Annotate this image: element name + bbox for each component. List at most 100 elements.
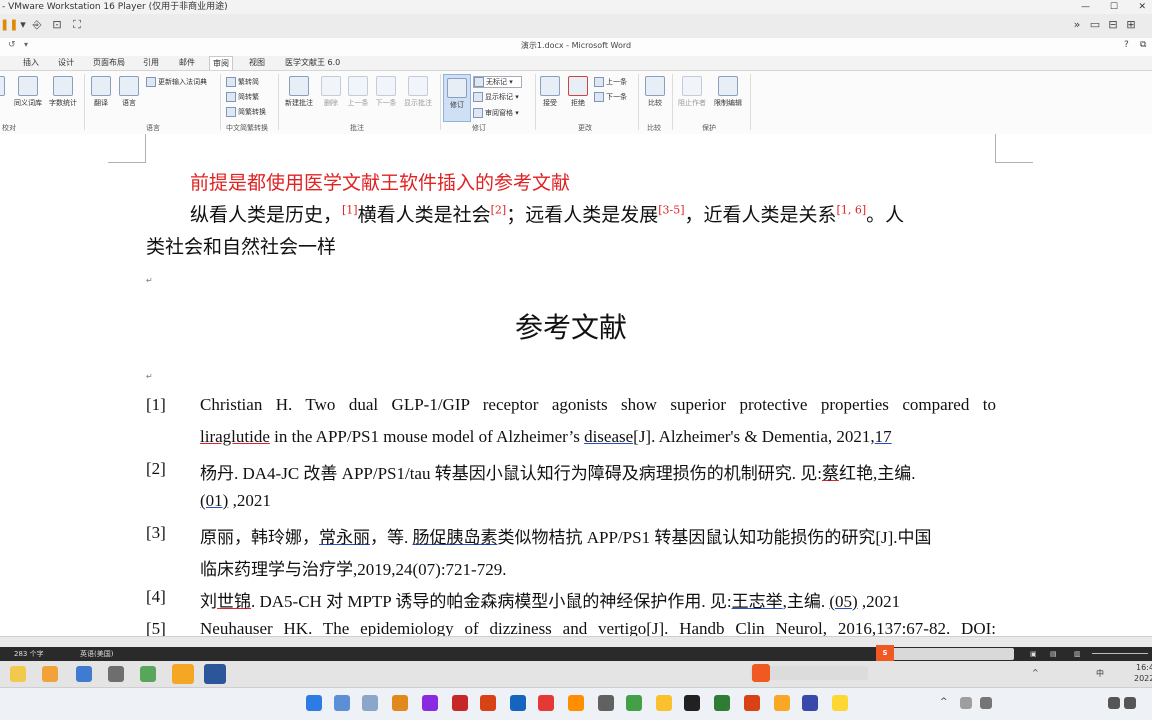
reference-3-line-2[interactable]: 临床药理学与治疗学,2019,24(07):721-729. — [200, 555, 996, 580]
notepad-icon[interactable] — [108, 666, 124, 682]
show-markup-button[interactable]: 显示标记 ▾ — [473, 92, 519, 102]
qq-icon[interactable] — [684, 695, 700, 711]
trad-to-simp-button[interactable]: 繁转简 — [226, 77, 259, 87]
usb-icon[interactable]: ⊞ — [1124, 18, 1138, 32]
reject-button[interactable]: 拒绝 — [566, 76, 590, 108]
web-layout-icon[interactable]: ▥ — [1074, 647, 1081, 661]
ime-indicator[interactable]: 中 — [1096, 668, 1104, 679]
word-taskbar-icon[interactable] — [204, 664, 226, 684]
app-icon[interactable] — [452, 695, 468, 711]
dropdown-icon[interactable]: ▾ — [16, 18, 30, 32]
new-comment-button[interactable]: 新建批注 — [282, 76, 316, 108]
app-icon[interactable] — [538, 695, 554, 711]
reference-1-line-1[interactable]: Christian H. Two dual GLP-1/GIP receptor… — [200, 395, 996, 415]
spelling-button[interactable] — [0, 76, 6, 98]
reference-5-line-1[interactable]: Neuhauser HK. The epidemiology of dizzin… — [200, 619, 996, 636]
app-icon[interactable] — [480, 695, 496, 711]
sogou-ime-icon[interactable]: S — [876, 645, 894, 661]
reading-layout-icon[interactable]: ▤ — [1050, 647, 1057, 661]
accept-button[interactable]: 接受 — [538, 76, 562, 108]
wechat-icon[interactable] — [714, 695, 730, 711]
disk-icon[interactable]: ⊟ — [1106, 18, 1120, 32]
fullscreen-icon[interactable]: ⛶ — [70, 18, 84, 32]
app-icon[interactable] — [334, 695, 350, 711]
body-paragraph-line-2[interactable]: 类社会和自然社会一样 — [146, 232, 996, 259]
app-icon[interactable] — [140, 666, 156, 682]
close-icon[interactable]: ✕ — [1138, 0, 1146, 14]
app-icon[interactable] — [744, 695, 760, 711]
wifi-icon[interactable] — [1108, 697, 1120, 709]
tab-review[interactable]: 审阅 — [209, 56, 233, 71]
citation-1-6[interactable]: [1, 6] — [837, 204, 867, 217]
folder-icon[interactable] — [10, 666, 26, 682]
block-authors-button[interactable]: 阻止作者 — [674, 76, 710, 108]
tray-chevron-icon[interactable]: ^ — [1032, 668, 1039, 677]
citation-1[interactable]: [1] — [342, 204, 358, 217]
tab-medical-literature-king[interactable]: 医学文献王 6.0 — [282, 56, 343, 70]
reference-1-line-2[interactable]: liraglutide in the APP/PS1 mouse model o… — [200, 427, 996, 447]
chrome-icon[interactable] — [626, 695, 642, 711]
tab-insert[interactable]: 插入 — [20, 56, 42, 70]
word-count-button[interactable]: 字数统计 — [46, 76, 80, 108]
body-paragraph-line-1[interactable]: 纵看人类是历史，[1]横看人类是社会[2]；远看人类是发展[3-5]，近看人类是… — [190, 200, 1040, 227]
sogou-icon[interactable] — [752, 664, 770, 682]
devices-icon[interactable]: ▭ — [1088, 18, 1102, 32]
app-icon[interactable] — [172, 664, 194, 684]
ime-toolbar[interactable] — [876, 648, 1014, 660]
app-icon[interactable] — [422, 695, 438, 711]
delete-comment-button[interactable]: 删除 — [318, 76, 344, 108]
previous-change-button[interactable]: 上一条 — [594, 77, 627, 87]
reference-3-line-1[interactable]: 原丽，韩玲娜，常永丽，等. 肠促胰岛素类似物桔抗 APP/PS1 转基因鼠认知功… — [200, 523, 996, 548]
compare-button[interactable]: 比较 — [642, 76, 668, 108]
app-icon[interactable] — [832, 695, 848, 711]
windows-start-icon[interactable] — [306, 695, 322, 711]
minimize-icon[interactable]: — — [1081, 0, 1090, 14]
review-pane-button[interactable]: 审阅窗格 ▾ — [473, 108, 519, 118]
print-layout-icon[interactable]: ▣ — [1030, 647, 1037, 661]
next-comment-button[interactable]: 下一条 — [372, 76, 400, 108]
browser-icon[interactable] — [42, 666, 58, 682]
forward-icon[interactable]: » — [1070, 18, 1084, 32]
app-icon[interactable] — [362, 695, 378, 711]
tray-app-icon[interactable] — [960, 697, 972, 709]
simp-to-trad-button[interactable]: 简转繁 — [226, 92, 259, 102]
thesaurus-button[interactable]: 同义词库 — [10, 76, 46, 108]
restrict-editing-button[interactable]: 限制编辑 — [710, 76, 746, 108]
search-icon[interactable] — [392, 695, 408, 711]
tray-app-icon[interactable] — [980, 697, 992, 709]
folder-icon[interactable] — [656, 695, 672, 711]
reference-4-line-1[interactable]: 刘世锦. DA5-CH 对 MPTP 诱导的帕金森病模型小鼠的神经保护作用. 见… — [200, 587, 996, 612]
reference-2-line-1[interactable]: 杨丹. DA4-JC 改善 APP/PS1/tau 转基因小鼠认知行为障碍及病理… — [200, 459, 996, 484]
references-heading[interactable]: 参考文献 — [146, 306, 996, 346]
previous-comment-button[interactable]: 上一条 — [344, 76, 372, 108]
tab-page-layout[interactable]: 页面布局 — [90, 56, 128, 70]
markup-display-select[interactable]: 无标记 ▾ — [473, 76, 522, 88]
reference-2-line-2[interactable]: (01) ,2021 — [200, 491, 996, 511]
update-ime-dictionary-button[interactable]: 更新输入法词典 — [146, 77, 207, 87]
language-button[interactable]: 语言 — [116, 76, 142, 108]
tab-mailings[interactable]: 邮件 — [176, 56, 198, 70]
pause-icon[interactable]: ❚❚ — [0, 18, 18, 32]
zoom-slider[interactable] — [1092, 653, 1148, 654]
word-count-status[interactable]: 283 个字 — [14, 647, 44, 661]
tray-chevron-icon[interactable]: ^ — [940, 697, 948, 707]
app-icon[interactable] — [76, 666, 92, 682]
volume-icon[interactable] — [1124, 697, 1136, 709]
send-ctrl-alt-del-icon[interactable]: ⎆ — [30, 18, 44, 32]
tab-view[interactable]: 视图 — [246, 56, 268, 70]
citation-3-5[interactable]: [3-5] — [658, 204, 684, 217]
language-status[interactable]: 英语(美国) — [80, 647, 113, 661]
premise-line[interactable]: 前提是都使用医学文献王软件插入的参考文献 — [190, 168, 1040, 195]
simp-trad-convert-button[interactable]: 简繁转换 — [226, 107, 266, 117]
app-icon[interactable] — [598, 695, 614, 711]
app-icon[interactable] — [774, 695, 790, 711]
show-comments-button[interactable]: 显示批注 — [400, 76, 436, 108]
citation-2[interactable]: [2] — [491, 204, 507, 217]
tab-design[interactable]: 设计 — [55, 56, 77, 70]
next-change-button[interactable]: 下一条 — [594, 92, 627, 102]
tab-references[interactable]: 引用 — [140, 56, 162, 70]
maximize-icon[interactable]: ☐ — [1110, 0, 1118, 14]
fit-window-icon[interactable]: ⊡ — [50, 18, 64, 32]
app-icon[interactable] — [510, 695, 526, 711]
track-changes-button[interactable]: 修订 — [443, 74, 471, 122]
